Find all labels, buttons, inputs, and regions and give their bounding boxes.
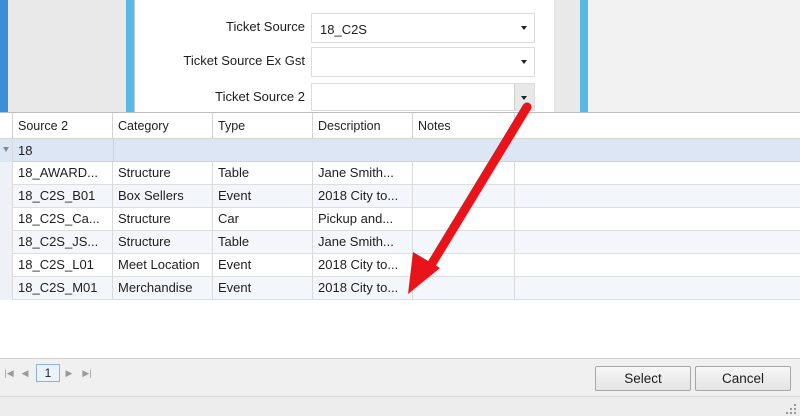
table-row[interactable]: 18_C2S_B01 Box Sellers Event 2018 City to..… xyxy=(0,185,800,208)
column-header-type[interactable]: Type xyxy=(213,113,313,139)
cell-description: Jane Smith... xyxy=(313,162,413,185)
last-page-icon[interactable]: ▶| xyxy=(80,364,94,382)
cell-source-2: 18_C2S_M01 xyxy=(13,277,113,300)
filter-row-indicator xyxy=(0,139,13,162)
first-page-icon[interactable]: |◀ xyxy=(2,364,16,382)
cell-notes xyxy=(413,162,515,185)
cell-source-2: 18_C2S_B01 xyxy=(13,185,113,208)
next-page-icon[interactable]: ▶ xyxy=(62,364,76,382)
column-header-source-2[interactable]: Source 2 xyxy=(13,113,113,139)
form-panel-frame-right xyxy=(580,0,588,112)
cell-source-2: 18_C2S_JS... xyxy=(13,231,113,254)
column-header-notes[interactable]: Notes xyxy=(413,113,515,139)
resize-grip-icon[interactable] xyxy=(782,402,796,414)
dropdown-button[interactable] xyxy=(514,84,534,110)
ticket-source-ex-gst-label: Ticket Source Ex Gst xyxy=(183,53,305,68)
form-panel-margin xyxy=(554,0,580,112)
cell-type: Car xyxy=(213,208,313,231)
status-strip xyxy=(0,396,800,416)
ticket-source-2-combo[interactable] xyxy=(311,83,535,111)
row-indicator xyxy=(0,277,13,300)
cell-notes xyxy=(413,208,515,231)
cell-category: Structure xyxy=(113,162,213,185)
cancel-button[interactable]: Cancel xyxy=(695,366,791,391)
filter-input[interactable]: 18 xyxy=(18,139,32,162)
row-indicator xyxy=(0,162,13,185)
table-row[interactable]: 18_C2S_L01 Meet Location Event 2018 City to… xyxy=(0,254,800,277)
select-button[interactable]: Select xyxy=(595,366,691,391)
cell-description: Pickup and... xyxy=(313,208,413,231)
cell-type: Event xyxy=(213,254,313,277)
cell-description: 2018 City to... xyxy=(313,185,413,208)
column-header-category[interactable]: Category xyxy=(113,113,213,139)
row-indicator xyxy=(0,254,13,277)
row-indicator xyxy=(0,231,13,254)
table-row[interactable]: 18_AWARD... Structure Table Jane Smith... xyxy=(0,162,800,185)
cell-description: 2018 City to... xyxy=(313,254,413,277)
cell-source-2: 18_C2S_L01 xyxy=(13,254,113,277)
ticket-source-ex-gst-combo[interactable] xyxy=(311,47,535,77)
cell-source-2: 18_C2S_Ca... xyxy=(13,208,113,231)
chevron-down-icon[interactable] xyxy=(521,60,527,64)
cell-type: Event xyxy=(213,277,313,300)
table-row[interactable]: 18_C2S_JS... Structure Table Jane Smith... xyxy=(0,231,800,254)
page-number[interactable]: 1 xyxy=(36,364,60,382)
cell-category: Meet Location xyxy=(113,254,213,277)
filter-icon xyxy=(3,147,9,152)
background-window-edge xyxy=(0,0,8,112)
ticket-source-label: Ticket Source xyxy=(226,19,305,34)
grid-header: Source 2 Category Type Description Notes xyxy=(0,113,800,139)
row-indicator xyxy=(0,208,13,231)
column-header-description[interactable]: Description xyxy=(313,113,413,139)
dropdown-footer: |◀ ◀ 1 ▶ ▶| Select Cancel xyxy=(0,358,800,416)
cell-category: Box Sellers xyxy=(113,185,213,208)
chevron-down-icon[interactable] xyxy=(521,96,527,100)
row-indicator xyxy=(0,185,13,208)
background-window-right xyxy=(588,0,800,112)
chevron-down-icon[interactable] xyxy=(521,26,527,30)
cell-notes xyxy=(413,277,515,300)
cell-type: Table xyxy=(213,231,313,254)
cell-category: Structure xyxy=(113,231,213,254)
background-gap xyxy=(8,0,126,112)
ticket-source-value: 18_C2S xyxy=(320,22,367,37)
filter-divider xyxy=(113,139,114,162)
header-indicator xyxy=(0,113,13,139)
ticket-source-combo[interactable]: 18_C2S xyxy=(311,13,535,43)
cell-source-2: 18_AWARD... xyxy=(13,162,113,185)
cell-type: Event xyxy=(213,185,313,208)
dropdown-popup: Source 2 Category Type Description Notes… xyxy=(0,112,800,416)
cell-notes xyxy=(413,185,515,208)
cell-category: Structure xyxy=(113,208,213,231)
table-row[interactable]: 18_C2S_Ca... Structure Car Pickup and... xyxy=(0,208,800,231)
filter-row[interactable]: 18 xyxy=(0,139,800,162)
cell-description: Jane Smith... xyxy=(313,231,413,254)
cell-description: 2018 City to... xyxy=(313,277,413,300)
cell-type: Table xyxy=(213,162,313,185)
prev-page-icon[interactable]: ◀ xyxy=(18,364,32,382)
table-row[interactable]: 18_C2S_M01 Merchandise Event 2018 City to..… xyxy=(0,277,800,300)
ticket-source-2-label: Ticket Source 2 xyxy=(215,89,305,104)
cell-notes xyxy=(413,231,515,254)
cell-notes xyxy=(413,254,515,277)
cell-category: Merchandise xyxy=(113,277,213,300)
